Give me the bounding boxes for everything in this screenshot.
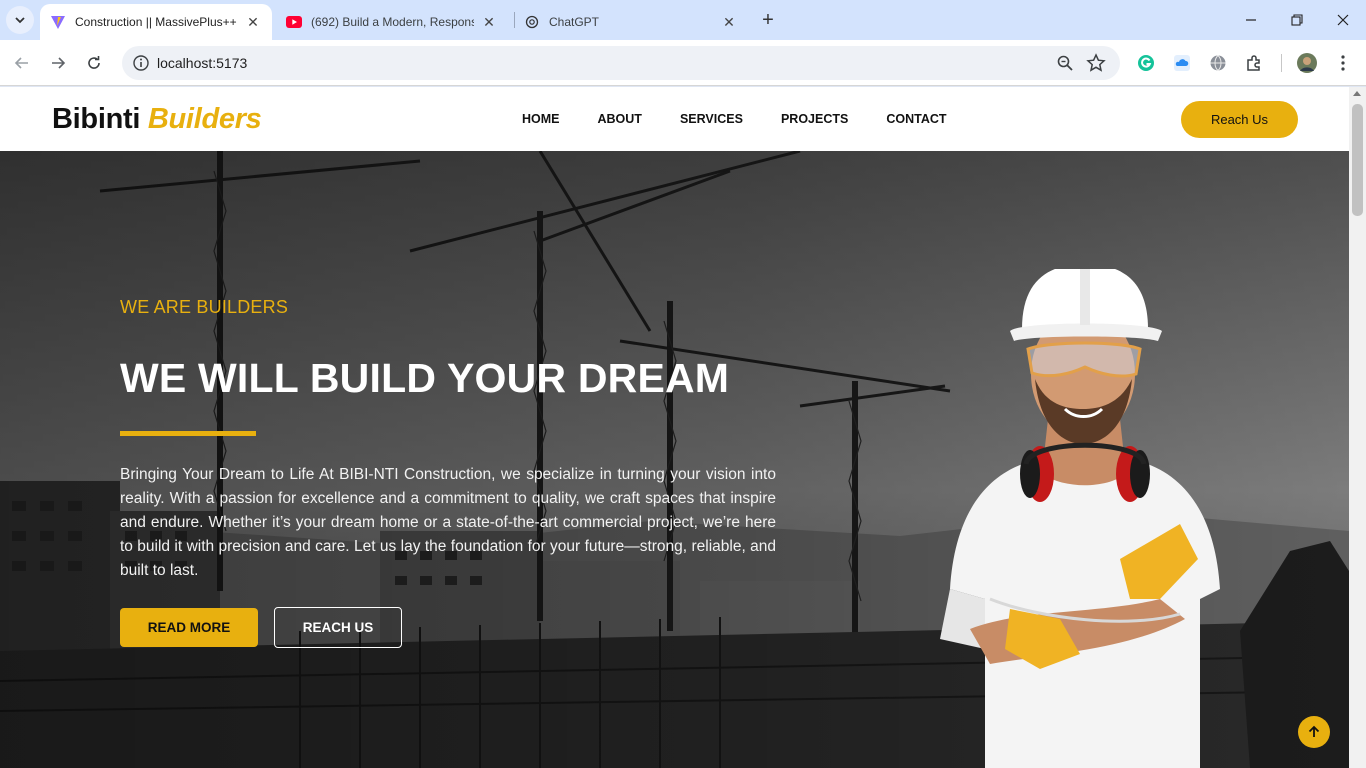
nav-contact[interactable]: CONTACT xyxy=(886,112,946,126)
logo-accent-text: Builders xyxy=(147,103,262,135)
tab-construction[interactable]: Construction || MassivePlus++ ✕ xyxy=(40,4,272,40)
address-bar[interactable]: localhost:5173 xyxy=(122,46,1120,80)
url-text[interactable]: localhost:5173 xyxy=(157,55,247,71)
close-tab-icon[interactable]: ✕ xyxy=(244,13,262,31)
extensions-puzzle-icon[interactable] xyxy=(1244,53,1264,73)
website-viewport: Bibinti Builders HOME ABOUT SERVICES PRO… xyxy=(0,87,1349,768)
new-tab-button[interactable]: + xyxy=(756,8,780,32)
browser-toolbar: localhost:5173 xyxy=(0,40,1366,86)
close-tab-icon[interactable]: ✕ xyxy=(720,13,738,31)
grammarly-extension-icon[interactable] xyxy=(1136,53,1156,73)
close-tab-icon[interactable]: ✕ xyxy=(480,13,498,31)
arrow-right-icon xyxy=(52,57,66,69)
construction-worker-image xyxy=(940,269,1220,768)
close-icon xyxy=(1337,14,1349,26)
nav-services[interactable]: SERVICES xyxy=(680,112,743,126)
globe-extension-icon[interactable] xyxy=(1208,53,1228,73)
vite-icon xyxy=(50,14,66,30)
read-more-button[interactable]: READ MORE xyxy=(120,608,258,647)
tab-youtube[interactable]: (692) Build a Modern, Responsi ✕ xyxy=(276,4,508,40)
toolbar-separator xyxy=(1281,54,1282,72)
info-icon[interactable] xyxy=(132,54,150,72)
restore-icon xyxy=(1291,14,1303,26)
zoom-icon[interactable] xyxy=(1056,54,1074,72)
hero-section: WE ARE BUILDERS WE WILL BUILD YOUR DREAM… xyxy=(0,151,1349,768)
tab-title: Construction || MassivePlus++ xyxy=(75,15,237,29)
youtube-icon xyxy=(286,14,302,30)
reach-us-header-button[interactable]: Reach Us xyxy=(1181,101,1298,138)
site-logo[interactable]: Bibinti Builders xyxy=(52,103,262,136)
cloud-extension-icon[interactable] xyxy=(1172,53,1192,73)
forward-button[interactable] xyxy=(44,49,72,77)
bookmark-star-icon[interactable] xyxy=(1086,53,1106,73)
page-scrollbar[interactable] xyxy=(1349,87,1366,768)
profile-avatar[interactable] xyxy=(1297,53,1317,73)
reload-button[interactable] xyxy=(80,49,108,77)
hero-eyebrow: WE ARE BUILDERS xyxy=(120,297,289,317)
main-nav: HOME ABOUT SERVICES PROJECTS CONTACT xyxy=(522,112,985,126)
hero-description: Bringing Your Dream to Life At BIBI-NTI … xyxy=(120,466,776,579)
arrow-left-icon xyxy=(14,57,28,69)
logo-main-text: Bibinti xyxy=(52,103,141,135)
tab-title: (692) Build a Modern, Responsi xyxy=(311,15,474,29)
minimize-button[interactable] xyxy=(1236,6,1266,34)
minimize-icon xyxy=(1246,19,1256,21)
site-header: Bibinti Builders HOME ABOUT SERVICES PRO… xyxy=(0,87,1349,151)
hero-title: WE WILL BUILD YOUR DREAM xyxy=(120,355,730,401)
scroll-to-top-button[interactable] xyxy=(1298,716,1330,748)
nav-about[interactable]: ABOUT xyxy=(598,112,642,126)
tab-title: ChatGPT xyxy=(549,15,600,29)
reload-icon xyxy=(88,56,100,69)
scroll-up-arrow[interactable] xyxy=(1353,91,1361,96)
tab-search-button[interactable] xyxy=(6,6,34,34)
nav-projects[interactable]: PROJECTS xyxy=(781,112,848,126)
browser-tab-strip: Construction || MassivePlus++ ✕ (692) Bu… xyxy=(0,0,1366,40)
back-button[interactable] xyxy=(8,49,36,77)
chevron-down-icon xyxy=(15,17,25,24)
browser-menu-icon[interactable] xyxy=(1333,53,1353,73)
reach-us-hero-button[interactable]: REACH US xyxy=(274,607,402,648)
restore-button[interactable] xyxy=(1282,6,1312,34)
chatgpt-icon xyxy=(524,14,540,30)
nav-home[interactable]: HOME xyxy=(522,112,560,126)
scrollbar-thumb[interactable] xyxy=(1352,104,1363,216)
hero-divider xyxy=(120,431,256,436)
tab-chatgpt[interactable]: ChatGPT ✕ xyxy=(514,4,748,40)
close-window-button[interactable] xyxy=(1328,6,1358,34)
arrow-up-icon xyxy=(1308,725,1320,737)
